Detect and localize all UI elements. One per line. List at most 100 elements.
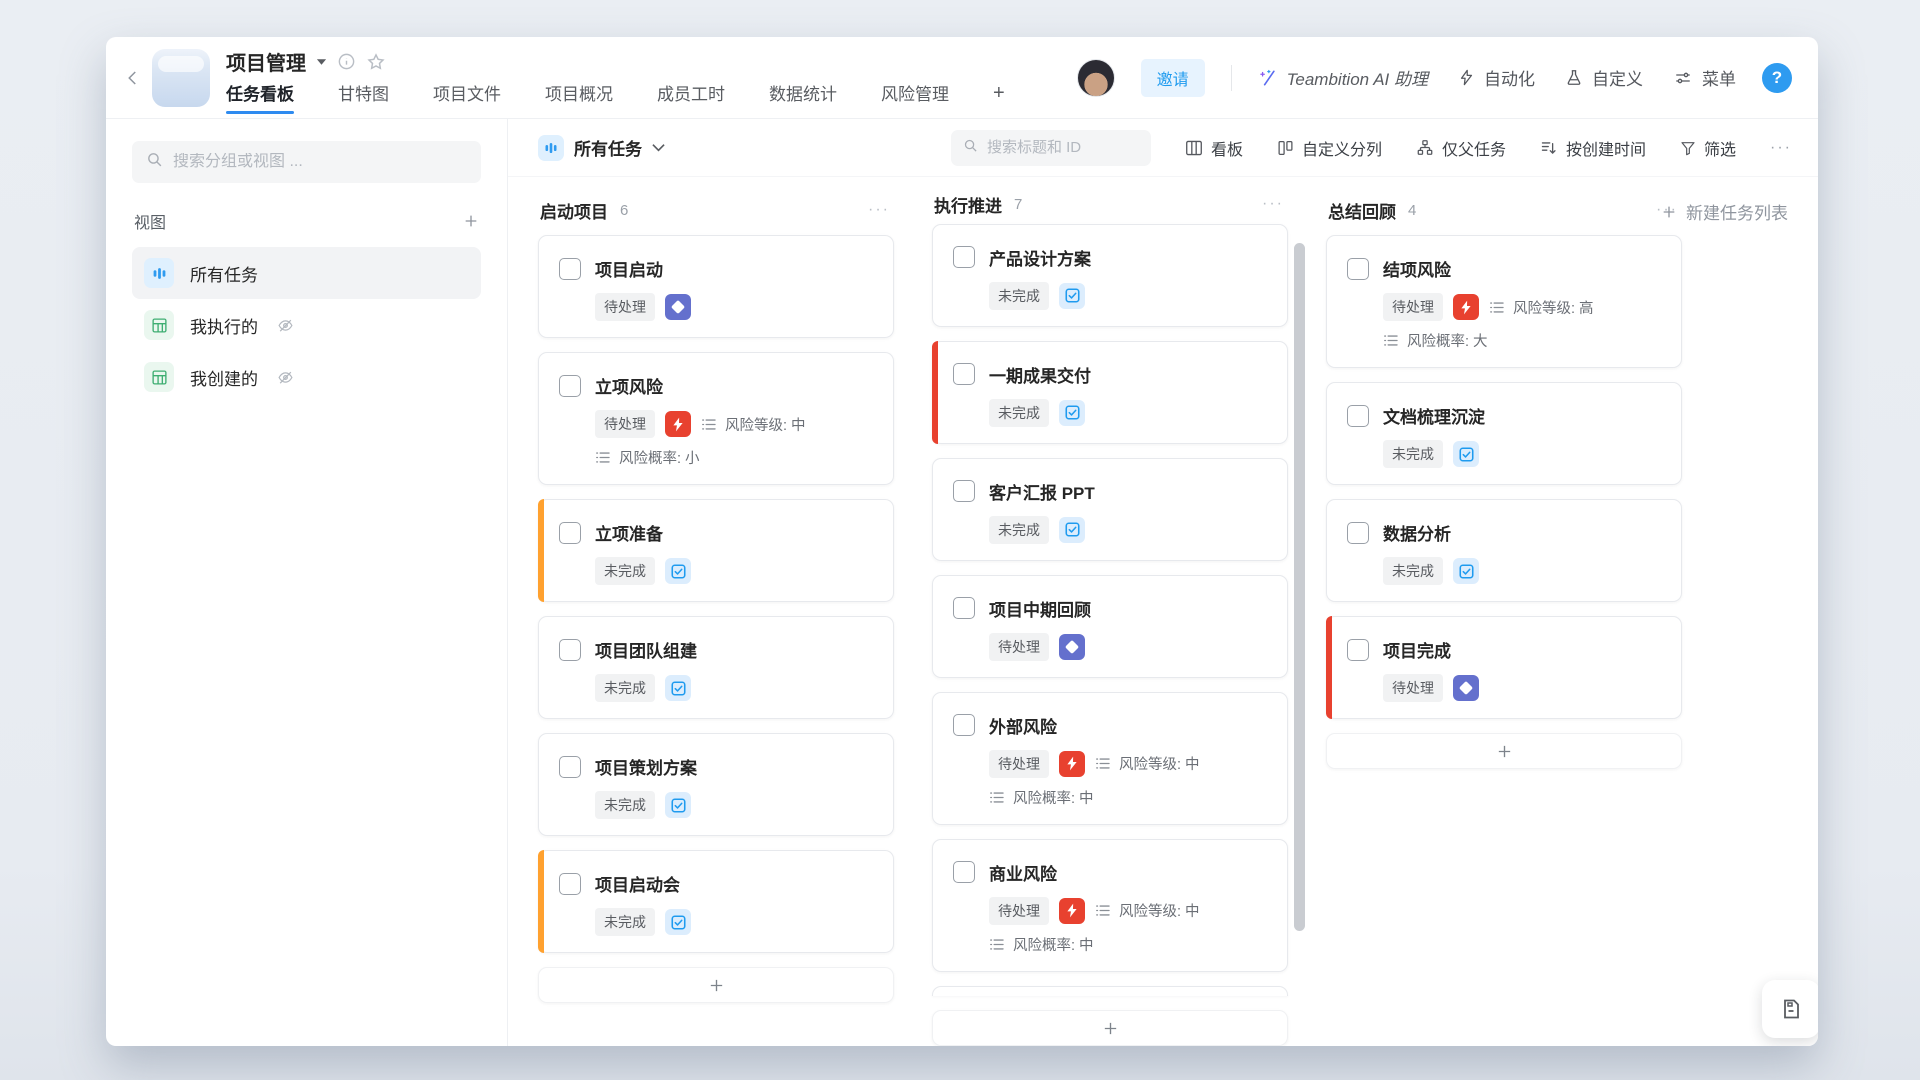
header-action-菜单[interactable]: 菜单 [1673,65,1736,90]
task-card[interactable]: 产品设计方案未完成 [932,224,1288,327]
priority-bar-orange [538,499,544,602]
task-title: 产品设计方案 [989,245,1091,270]
project-logo[interactable] [152,49,210,107]
task-card[interactable]: 项目启动会未完成 [538,850,894,953]
custom-field: 风险等级: 中 [1095,753,1200,774]
board-main: 所有任务 看板 自定义分列 仅父任务 按创建时间 筛选 ··· [508,119,1818,1046]
user-avatar[interactable] [1077,59,1115,97]
task-card[interactable]: 项目团队组建未完成 [538,616,894,719]
desktop-background: 项目管理 任务看板 甘特图 项目文件 项目概况 成员工时 数据统计 风险管理 + [0,0,1920,1080]
toolbar-more-button[interactable]: ··· [1770,139,1792,157]
sidebar-view-item[interactable]: 所有任务 [132,247,481,299]
header-action-自定义[interactable]: 自定义 [1565,65,1643,90]
header-divider [1231,65,1232,91]
task-card[interactable]: 文档梳理沉淀未完成 [1326,382,1682,485]
toolbar-button-自定义分列[interactable]: 自定义分列 [1277,136,1382,160]
task-checkbox[interactable] [559,375,581,397]
task-checkbox[interactable] [559,873,581,895]
task-checkbox[interactable] [953,480,975,502]
toolbar-button-仅父任务[interactable]: 仅父任务 [1416,136,1506,160]
tab-甘特图[interactable]: 甘特图 [338,80,389,114]
column-more-button[interactable]: ··· [1262,195,1284,213]
star-icon[interactable] [366,52,386,72]
column-more-button[interactable]: ··· [1656,201,1678,219]
task-checkbox[interactable] [953,597,975,619]
doc-float-button[interactable] [1762,980,1818,1038]
toolbar-button-按创建时间[interactable]: 按创建时间 [1540,136,1646,160]
task-search[interactable] [951,130,1151,166]
task-check-icon [665,675,691,701]
tab-项目文件[interactable]: 项目文件 [433,80,501,114]
task-card[interactable]: 立项风险待处理风险等级: 中风险概率: 小 [538,352,894,485]
add-task-button[interactable] [538,967,894,1003]
task-card[interactable]: 立项准备未完成 [538,499,894,602]
task-card[interactable]: 项目策划方案未完成 [538,733,894,836]
add-task-button[interactable] [1326,733,1682,769]
status-chip: 待处理 [989,633,1049,661]
column-more-button[interactable]: ··· [868,201,890,219]
status-chip: 待处理 [595,410,655,438]
custom-field: 风险概率: 中 [989,934,1094,955]
sidebar-view-item[interactable]: 我创建的 [132,351,481,403]
task-title: 商业风险 [989,860,1057,885]
info-icon[interactable] [337,52,356,71]
task-checkbox[interactable] [953,246,975,268]
task-checkbox[interactable] [953,861,975,883]
chevron-down-icon[interactable] [316,53,327,71]
task-search-input[interactable] [987,139,1139,156]
status-chip: 未完成 [989,516,1049,544]
task-check-icon [1059,517,1085,543]
task-card[interactable]: 数据分析未完成 [1326,499,1682,602]
task-title: 项目中期回顾 [989,596,1091,621]
custom-columns-icon [1277,140,1294,156]
status-chip: 待处理 [989,897,1049,925]
column-count: 4 [1408,202,1416,219]
detail-list-icon [1095,756,1111,771]
tab-数据统计[interactable]: 数据统计 [769,80,837,114]
tab-成员工时[interactable]: 成员工时 [657,80,725,114]
add-tab-button[interactable]: + [993,82,1005,114]
task-check-icon [1059,283,1085,309]
eye-off-icon [276,317,295,334]
sidebar-view-item[interactable]: 我执行的 [132,299,481,351]
invite-button[interactable]: 邀请 [1141,59,1205,97]
back-button[interactable] [116,61,150,95]
header-action-自动化[interactable]: 自动化 [1458,65,1535,90]
column-scrollbar[interactable] [1294,243,1305,931]
sidebar-search-input[interactable] [173,153,467,171]
view-switcher[interactable]: 所有任务 [538,135,665,161]
task-check-icon [1453,441,1479,467]
task-checkbox[interactable] [953,363,975,385]
task-card[interactable]: 结项风险待处理风险等级: 高风险概率: 大 [1326,235,1682,368]
task-card[interactable]: 客户汇报 PPT未完成 [932,458,1288,561]
tab-项目概况[interactable]: 项目概况 [545,80,613,114]
add-task-button[interactable] [932,1010,1288,1046]
task-card[interactable]: 项目完成待处理 [1326,616,1682,719]
sidebar-search[interactable] [132,141,481,183]
task-card[interactable]: 项目中期回顾待处理 [932,575,1288,678]
task-checkbox[interactable] [1347,405,1369,427]
task-checkbox[interactable] [559,522,581,544]
task-card[interactable]: 外部风险待处理风险等级: 中风险概率: 中 [932,692,1288,825]
task-card[interactable]: 商业风险待处理风险等级: 中风险概率: 中 [932,839,1288,972]
custom-field: 风险概率: 中 [989,787,1094,808]
task-checkbox[interactable] [1347,522,1369,544]
task-checkbox[interactable] [559,258,581,280]
tab-风险管理[interactable]: 风险管理 [881,80,949,114]
toolbar-button-筛选[interactable]: 筛选 [1680,136,1736,160]
task-card[interactable]: 项目启动待处理 [538,235,894,338]
task-card[interactable]: 一期成果交付未完成 [932,341,1288,444]
tab-任务看板[interactable]: 任务看板 [226,80,294,114]
task-check-icon [1453,558,1479,584]
help-button[interactable]: ? [1762,63,1792,93]
add-view-button[interactable] [463,213,479,229]
task-checkbox[interactable] [559,756,581,778]
project-title: 项目管理 [226,47,306,76]
task-checkbox[interactable] [1347,639,1369,661]
task-checkbox[interactable] [559,639,581,661]
header-action-Teambition AI 助理[interactable]: Teambition AI 助理 [1258,65,1428,90]
milestone-diamond-icon [1059,634,1085,660]
task-checkbox[interactable] [953,714,975,736]
toolbar-button-看板[interactable]: 看板 [1185,136,1243,160]
task-checkbox[interactable] [1347,258,1369,280]
